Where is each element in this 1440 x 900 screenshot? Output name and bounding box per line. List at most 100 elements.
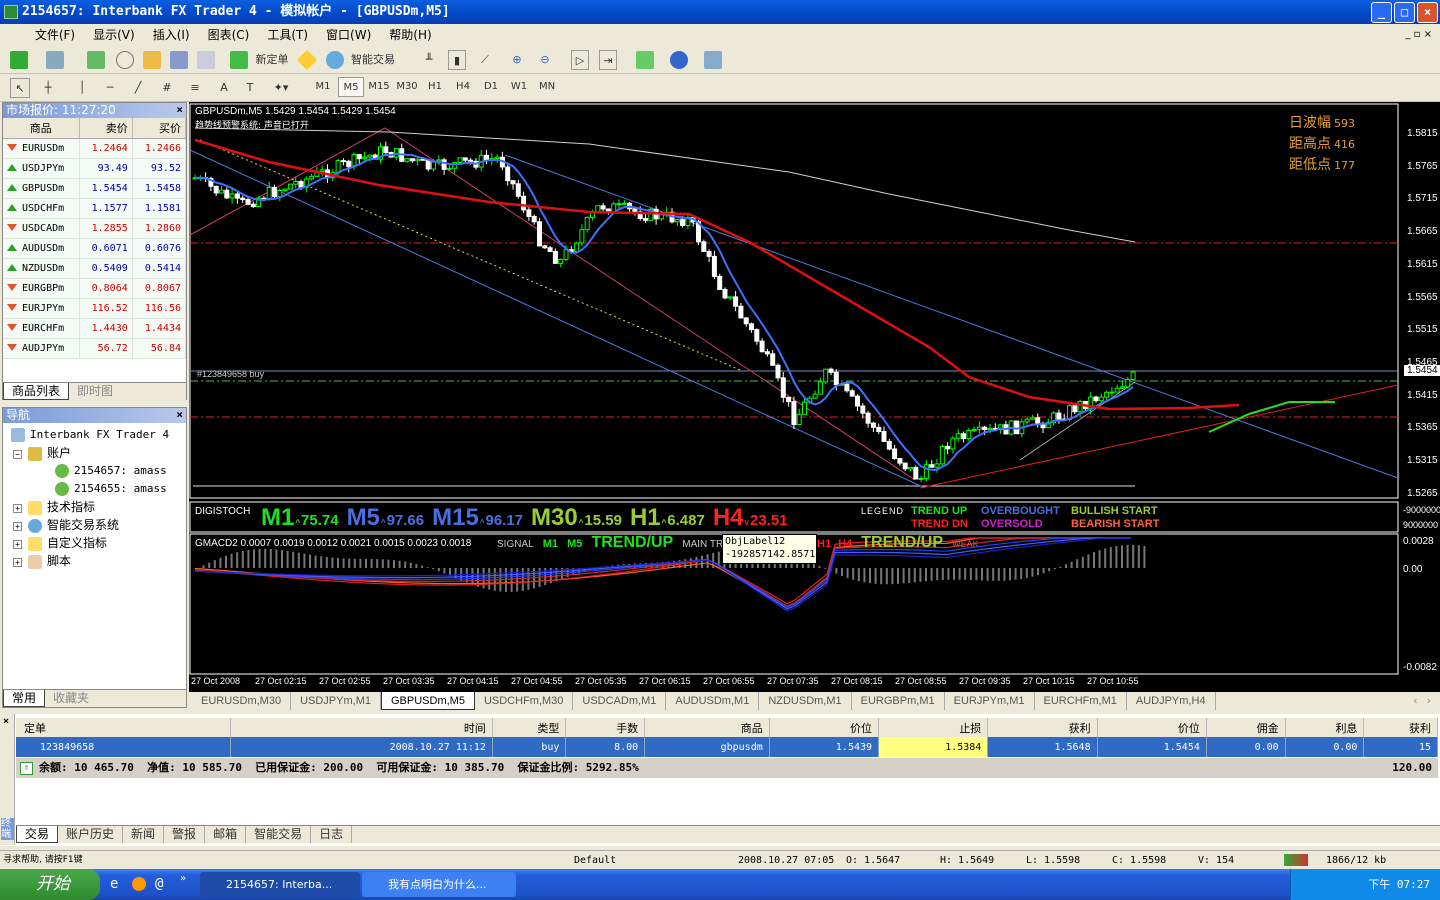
- menu-tools[interactable]: 工具(T): [258, 24, 317, 46]
- market-watch-row[interactable]: EURJPYm 116.52 116.56: [3, 298, 187, 319]
- expand-icon[interactable]: +: [13, 503, 22, 513]
- tab-tick-chart[interactable]: 即时图: [69, 383, 121, 400]
- tab-scroll-icon[interactable]: ‹ ›: [1412, 694, 1432, 707]
- minimize-button[interactable]: _: [1371, 2, 1392, 23]
- periods-icon[interactable]: [670, 51, 688, 69]
- templates-icon[interactable]: [704, 51, 722, 69]
- maximize-button[interactable]: □: [1394, 2, 1415, 23]
- market-watch-row[interactable]: AUDUSDm 0.6071 0.6076: [3, 238, 187, 259]
- tree-scripts[interactable]: + 脚本: [13, 552, 71, 571]
- trendline-icon[interactable]: ╱: [130, 78, 146, 98]
- timeframe-h1[interactable]: H1: [422, 77, 448, 97]
- terminal-tab[interactable]: 智能交易: [246, 826, 312, 843]
- text-icon[interactable]: A: [216, 78, 232, 98]
- market-watch-row[interactable]: USDCADm 1.2855 1.2860: [3, 218, 187, 239]
- terminal-icon[interactable]: [170, 51, 188, 69]
- fibonacci-icon[interactable]: ≡: [186, 78, 204, 98]
- market-watch-row[interactable]: EURUSDm 1.2464 1.2466: [3, 138, 187, 159]
- chart-tab[interactable]: EURCHFm,M1: [1035, 692, 1127, 710]
- text-label-icon[interactable]: T: [242, 78, 258, 98]
- menu-insert[interactable]: 插入(I): [144, 24, 199, 46]
- market-watch-row[interactable]: USDJPYm 93.49 93.52: [3, 158, 187, 179]
- market-watch-icon[interactable]: [87, 51, 105, 69]
- timeframe-m5[interactable]: M5: [338, 77, 364, 97]
- column-symbol[interactable]: 商品: [3, 118, 80, 139]
- terminal-tab[interactable]: 警报: [164, 826, 206, 843]
- market-watch-row[interactable]: EURGBPm 0.8064 0.8067: [3, 278, 187, 299]
- column-header[interactable]: 时间: [230, 718, 493, 737]
- column-header[interactable]: 价位: [769, 718, 880, 737]
- timeframe-m1[interactable]: M1: [310, 77, 336, 97]
- line-chart-icon[interactable]: ⟋: [476, 50, 494, 70]
- close-icon[interactable]: ×: [3, 716, 9, 727]
- timeframe-d1[interactable]: D1: [478, 77, 504, 97]
- arrows-icon[interactable]: ✦▾: [268, 78, 294, 98]
- market-watch-row[interactable]: USDCHFm 1.1577 1.1581: [3, 198, 187, 219]
- tree-custom-indicators[interactable]: + 自定义指标: [13, 534, 107, 553]
- market-watch-row[interactable]: GBPUSDm 1.5454 1.5458: [3, 178, 187, 199]
- tab-symbols[interactable]: 商品列表: [3, 383, 70, 400]
- expert-advisors-button[interactable]: 智能交易: [348, 50, 398, 70]
- zoom-out-icon[interactable]: ⊖: [536, 50, 554, 70]
- chart-tab[interactable]: EURJPYm,M1: [945, 692, 1035, 710]
- menu-window[interactable]: 窗口(W): [317, 24, 380, 46]
- chart-tab[interactable]: USDCADm,M1: [573, 692, 667, 710]
- timeframe-m30[interactable]: M30: [394, 77, 420, 97]
- column-header[interactable]: 定单: [16, 718, 232, 737]
- market-watch-row[interactable]: EURCHFm 1.4430 1.4434: [3, 318, 187, 339]
- task-mt4[interactable]: 2154657: Interba...: [200, 872, 360, 897]
- menu-charts[interactable]: 图表(C): [199, 24, 259, 46]
- terminal-tab[interactable]: 交易: [16, 826, 59, 843]
- timeframe-mn[interactable]: MN: [534, 77, 560, 97]
- data-window-icon[interactable]: [116, 51, 134, 69]
- firefox-icon[interactable]: [132, 877, 146, 891]
- menu-file[interactable]: 文件(F): [26, 24, 84, 46]
- terminal-tab[interactable]: 邮箱: [205, 826, 247, 843]
- new-chart-icon[interactable]: [10, 51, 28, 69]
- ie-icon[interactable]: e: [110, 876, 118, 892]
- expand-icon[interactable]: +: [13, 521, 22, 531]
- column-header[interactable]: 商品: [644, 718, 770, 737]
- horizontal-line-icon[interactable]: ─: [102, 78, 118, 98]
- timeframe-w1[interactable]: W1: [506, 77, 532, 97]
- cursor-icon[interactable]: ↖: [10, 78, 30, 98]
- status-profile[interactable]: Default: [574, 851, 616, 870]
- profiles-icon[interactable]: [46, 51, 64, 69]
- order-row[interactable]: 123849658 2008.10.27 11:12 buy 8.00 gbpusdm 1…: [16, 737, 1438, 757]
- chart-tab[interactable]: NZDUSDm,M1: [759, 692, 852, 710]
- chart-tab[interactable]: AUDUSDm,M1: [666, 692, 760, 710]
- tab-favorites[interactable]: 收藏夹: [45, 690, 97, 707]
- column-header[interactable]: 佣金: [1206, 718, 1286, 737]
- indicators-icon[interactable]: [636, 51, 654, 69]
- column-bid[interactable]: 卖价: [79, 118, 133, 139]
- column-header[interactable]: 获利: [1363, 718, 1438, 737]
- new-order-button[interactable]: 新定单: [252, 50, 292, 70]
- crosshair-icon[interactable]: ┼: [38, 78, 58, 98]
- close-icon[interactable]: ×: [176, 408, 183, 421]
- close-button[interactable]: ×: [1417, 2, 1438, 23]
- start-button[interactable]: 开始: [0, 869, 100, 900]
- timeframe-h4[interactable]: H4: [450, 77, 476, 97]
- column-ask[interactable]: 买价: [132, 118, 187, 139]
- chart-tab[interactable]: EURGBPm,M1: [852, 692, 945, 710]
- new-order-icon[interactable]: [230, 51, 248, 69]
- more-icon[interactable]: »: [180, 873, 186, 884]
- navigator-icon[interactable]: [143, 51, 161, 69]
- bar-chart-icon[interactable]: ╨: [420, 50, 438, 70]
- chart-shift-icon[interactable]: ⇥: [599, 50, 617, 70]
- equidistant-channel-icon[interactable]: #: [158, 78, 176, 98]
- chart-tab[interactable]: AUDJPYm,H4: [1127, 692, 1216, 710]
- menu-help[interactable]: 帮助(H): [380, 24, 440, 46]
- candlestick-icon[interactable]: ▮: [448, 50, 466, 70]
- chart-tab[interactable]: USDCHFm,M30: [475, 692, 574, 710]
- tree-indicators[interactable]: + 技术指标: [13, 498, 95, 517]
- column-header[interactable]: 利息: [1285, 718, 1365, 737]
- expert-advisors-icon[interactable]: [326, 51, 344, 69]
- tree-account[interactable]: 2154655: amass: [55, 480, 167, 498]
- column-header[interactable]: 价位: [1097, 718, 1207, 737]
- tree-root[interactable]: Interbank FX Trader 4: [11, 426, 169, 444]
- column-header[interactable]: 手数: [565, 718, 646, 737]
- column-header[interactable]: 止损: [878, 718, 989, 737]
- tree-accounts[interactable]: − 账户: [13, 444, 71, 463]
- chart-canvas[interactable]: [189, 102, 1440, 692]
